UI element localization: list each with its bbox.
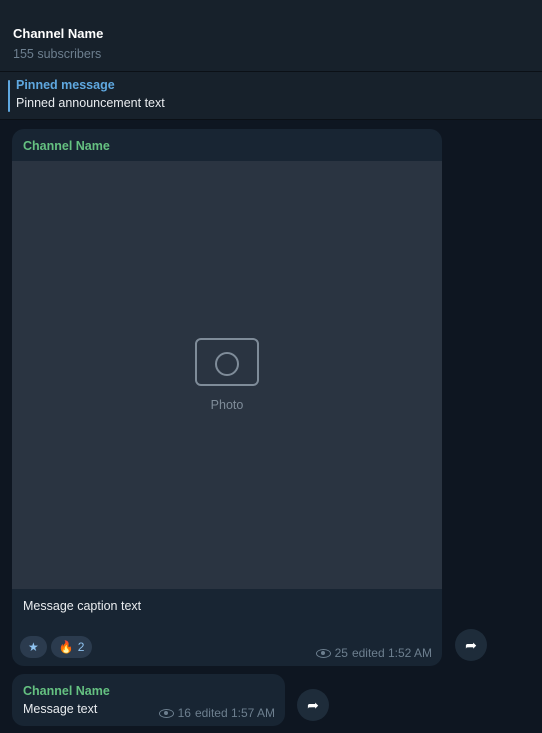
pinned-message-bar[interactable]: Pinned message Pinned announcement text [0, 72, 542, 120]
forward-icon: ➦ [465, 636, 477, 653]
channel-title: Channel Name [13, 26, 104, 41]
message-meta: 16 edited 1:57 AM [158, 706, 275, 720]
reaction-star[interactable]: ★ [20, 636, 47, 658]
forward-icon: ➦ [307, 696, 319, 713]
eye-icon [158, 708, 174, 718]
window-top-strip [0, 0, 542, 16]
photo-label: Photo [210, 398, 244, 412]
pinned-text: Pinned announcement text [16, 96, 165, 110]
star-icon: ★ [28, 640, 39, 654]
eye-icon [315, 648, 331, 658]
message-bubble[interactable]: Channel Name Message text 16 edited 1:57… [12, 674, 285, 726]
subscriber-count: 155 subscribers [13, 47, 102, 61]
share-button[interactable]: ➦ [297, 689, 329, 721]
message-bubble[interactable]: Channel Name Photo Message caption text … [12, 129, 442, 666]
reaction-count: 2 [77, 640, 85, 654]
message-meta: 25 edited 1:52 AM [315, 646, 432, 660]
view-count: 16 [177, 706, 191, 720]
message-sender: Channel Name [23, 139, 110, 153]
fire-icon: 🔥 [58, 640, 74, 654]
image-icon [195, 338, 259, 386]
message-sender: Channel Name [23, 684, 110, 698]
share-button[interactable]: ➦ [455, 629, 487, 661]
view-count: 25 [334, 646, 348, 660]
reaction-fire[interactable]: 🔥 2 [50, 636, 93, 658]
pinned-label: Pinned message [16, 78, 115, 92]
reactions-row: ★ 🔥 2 [20, 636, 93, 658]
message-time: edited 1:57 AM [194, 706, 275, 720]
photo-placeholder[interactable]: Photo [12, 161, 442, 589]
pinned-indicator [8, 80, 10, 112]
channel-header[interactable]: Channel Name 155 subscribers [0, 16, 542, 72]
message-caption: Message caption text [23, 599, 142, 613]
message-time: edited 1:52 AM [351, 646, 432, 660]
